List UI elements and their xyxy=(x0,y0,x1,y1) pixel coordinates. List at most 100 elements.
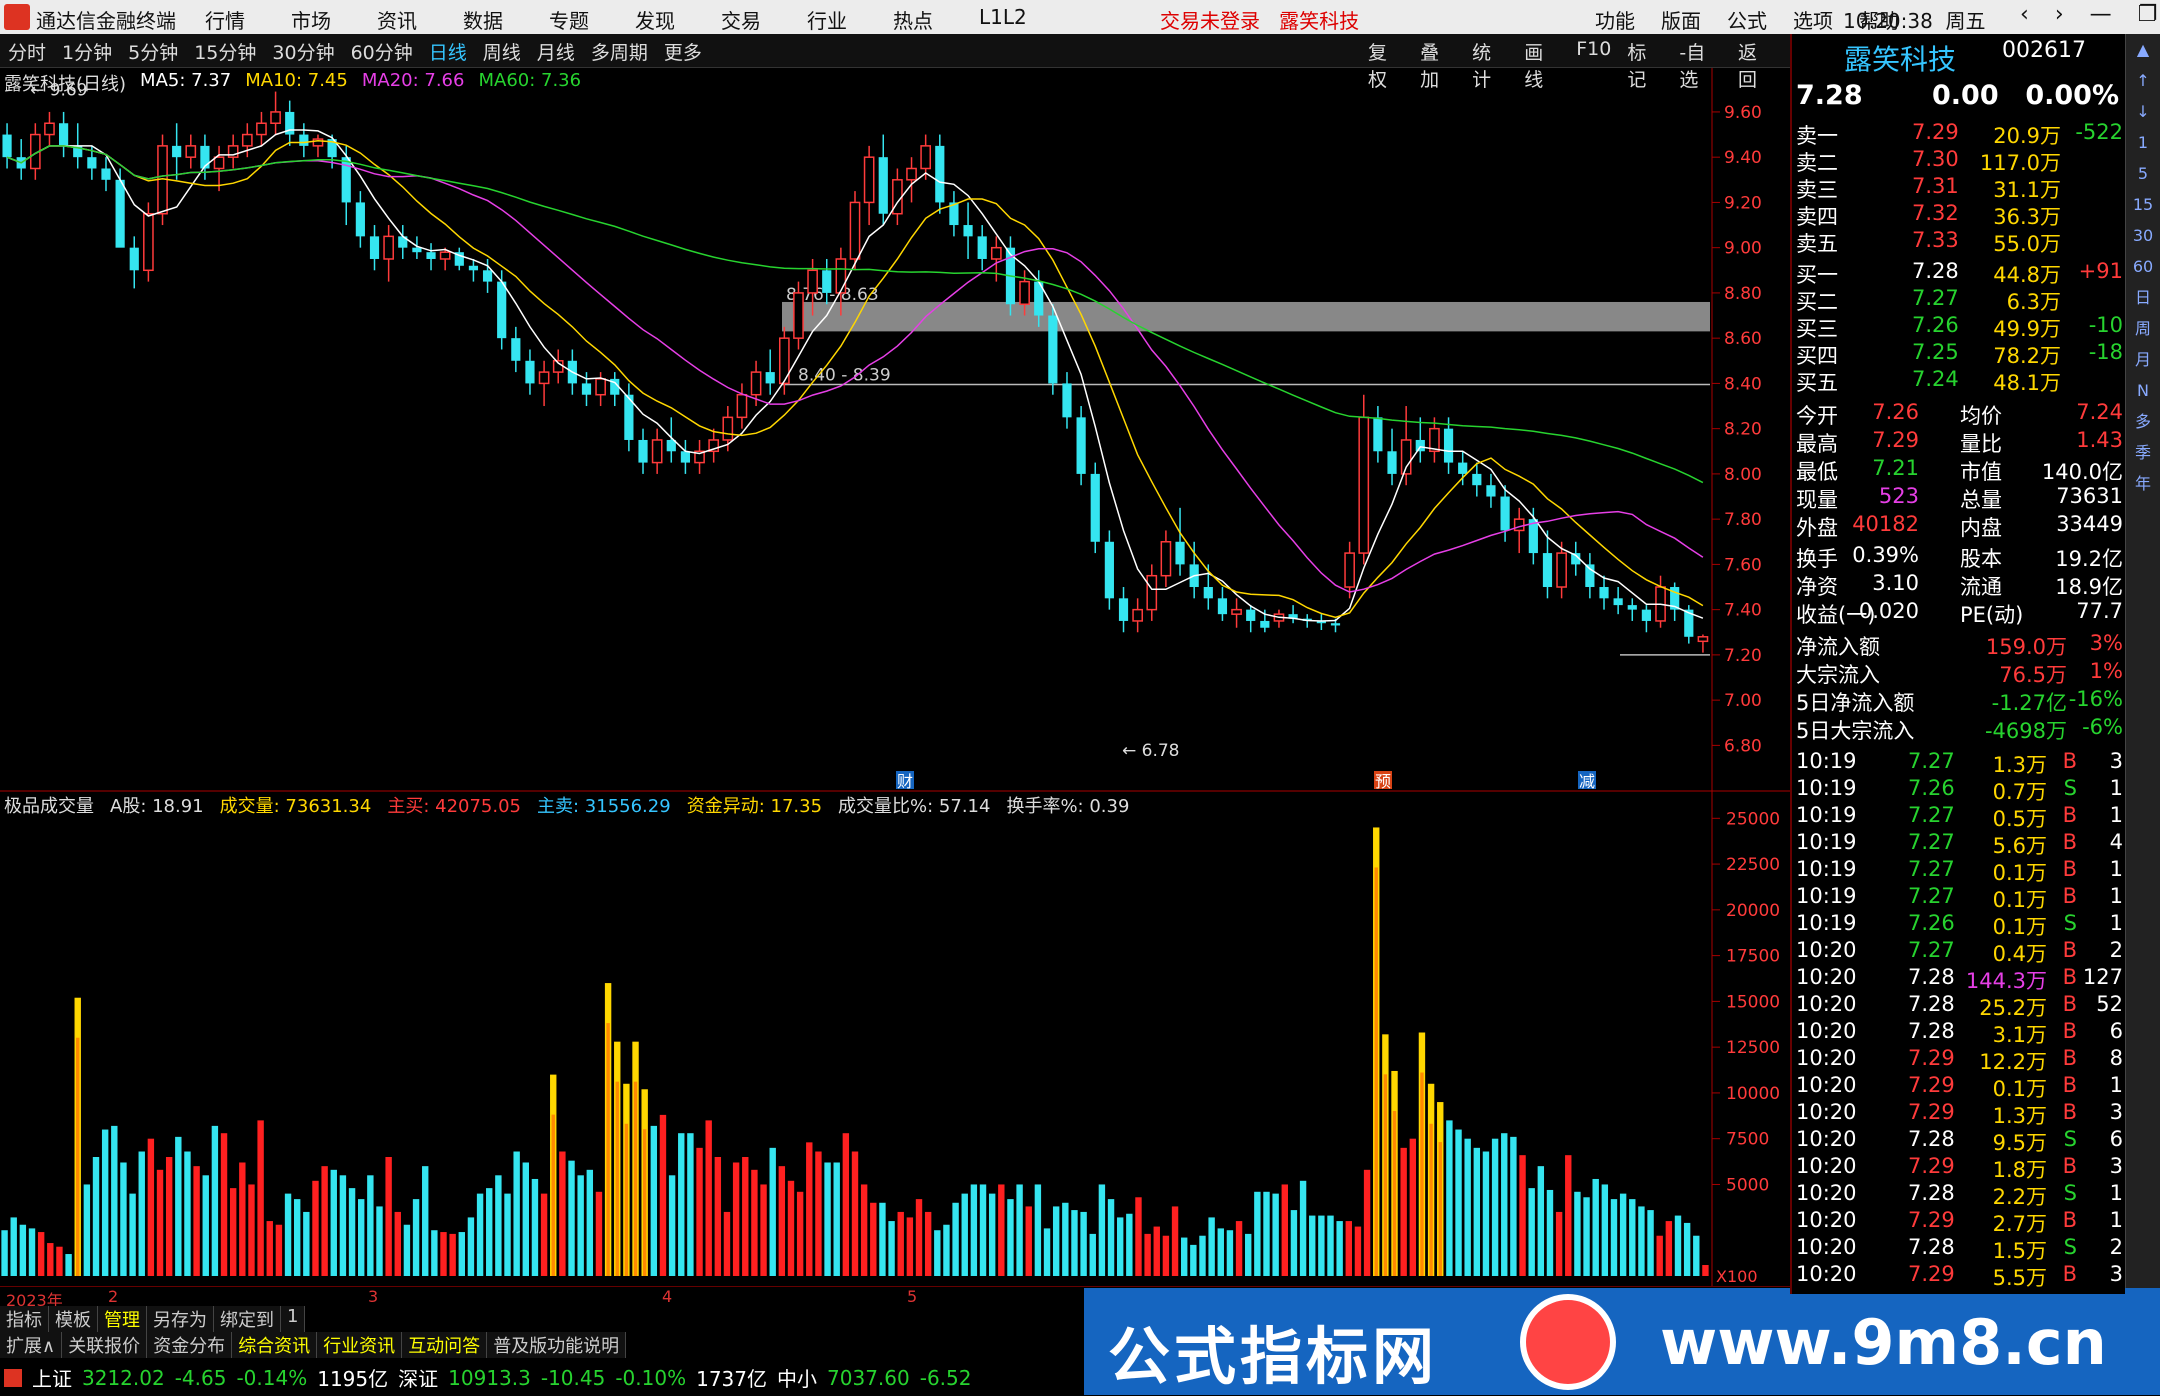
volume-bar[interactable] xyxy=(961,1193,968,1276)
candle-body[interactable] xyxy=(1090,473,1100,542)
candle-body[interactable] xyxy=(101,168,111,180)
candle-body[interactable] xyxy=(750,371,762,396)
volume-bar[interactable] xyxy=(1546,1189,1554,1276)
volume-bar[interactable] xyxy=(833,1162,840,1276)
candle-body[interactable] xyxy=(412,247,422,253)
sidebar-item[interactable]: 季 xyxy=(2126,437,2160,468)
volume-bar[interactable] xyxy=(120,1162,127,1276)
volume-bar[interactable] xyxy=(138,1151,145,1276)
volume-bar[interactable] xyxy=(1629,1199,1636,1276)
menu-item[interactable]: 数据 xyxy=(463,5,503,34)
menu-item[interactable]: L1L2 xyxy=(979,5,1027,34)
candle-body[interactable] xyxy=(1627,605,1637,610)
candle-body[interactable] xyxy=(482,270,493,282)
volume-bar[interactable] xyxy=(348,1188,356,1276)
event-marker[interactable]: 预 xyxy=(1375,772,1391,791)
volume-bar[interactable] xyxy=(275,1224,283,1276)
indicator-tab[interactable]: 模板 xyxy=(49,1306,98,1332)
volume-bar[interactable] xyxy=(1455,1129,1462,1276)
candle-body[interactable] xyxy=(129,247,139,271)
volume-bar[interactable] xyxy=(705,1120,712,1276)
candle-body[interactable] xyxy=(1486,485,1496,497)
volume-bar[interactable] xyxy=(650,1125,658,1276)
volume-bar[interactable] xyxy=(1345,1221,1352,1276)
candle-body[interactable] xyxy=(935,145,945,203)
volume-bar[interactable] xyxy=(540,1193,548,1276)
sidebar-item[interactable]: 月 xyxy=(2126,344,2160,375)
volume-bar[interactable] xyxy=(1592,1178,1599,1276)
volume-bar[interactable] xyxy=(312,1180,319,1276)
menu-item[interactable]: 热点 xyxy=(893,5,933,34)
volume-chart[interactable]: 25000 22500 20000 17500 15000 12500 10000 7500 5… xyxy=(0,792,1790,1286)
candle-body[interactable] xyxy=(1076,417,1086,474)
volume-bar[interactable] xyxy=(1025,1206,1032,1276)
volume-bar[interactable] xyxy=(723,1211,731,1276)
candle-body[interactable] xyxy=(1358,416,1370,554)
candle-body[interactable] xyxy=(1513,518,1525,532)
menu-item[interactable]: 发现 xyxy=(635,5,675,34)
volume-bar[interactable] xyxy=(1309,1215,1316,1276)
login-status[interactable]: 交易未登录 露笑科技 xyxy=(1160,5,1359,34)
volume-bar[interactable] xyxy=(970,1184,978,1276)
menu-item[interactable]: 行业 xyxy=(807,5,847,34)
candle-body[interactable] xyxy=(256,122,267,136)
volume-bar[interactable] xyxy=(111,1125,118,1276)
candle-body[interactable] xyxy=(270,111,281,124)
volume-bar[interactable] xyxy=(19,1224,27,1276)
volume-bar[interactable] xyxy=(1318,1215,1325,1276)
candle-body[interactable] xyxy=(1175,541,1185,565)
candle-body[interactable] xyxy=(369,236,380,259)
volume-bar[interactable] xyxy=(394,1211,401,1276)
volume-bar[interactable] xyxy=(696,1147,703,1276)
period-tab[interactable]: 日线 xyxy=(429,38,467,65)
volume-bar[interactable] xyxy=(129,1193,136,1276)
period-tab[interactable]: 60分钟 xyxy=(351,38,413,65)
volume-bar[interactable] xyxy=(842,1133,850,1276)
volume-bar[interactable] xyxy=(906,1217,914,1276)
menu-item[interactable]: 行情 xyxy=(205,5,245,34)
volume-bar[interactable] xyxy=(943,1224,950,1276)
candle-body[interactable] xyxy=(1458,462,1468,474)
volume-bar[interactable] xyxy=(1638,1206,1645,1276)
candle-body[interactable] xyxy=(200,145,210,169)
candle-body[interactable] xyxy=(1146,574,1158,611)
candle-body[interactable] xyxy=(185,145,197,158)
volume-bar[interactable] xyxy=(568,1160,575,1276)
volume-bar[interactable] xyxy=(1619,1193,1627,1276)
volume-bar[interactable] xyxy=(1482,1151,1490,1276)
extension-tab[interactable]: 行业资讯 xyxy=(317,1332,403,1358)
volume-bar[interactable] xyxy=(1235,1221,1243,1276)
volume-bar[interactable] xyxy=(1217,1228,1224,1276)
event-marker[interactable]: 财 xyxy=(897,772,913,791)
volume-bar[interactable] xyxy=(1400,1147,1407,1276)
volume-bar[interactable] xyxy=(1144,1233,1151,1276)
extension-tab[interactable]: 扩展∧ xyxy=(0,1332,63,1358)
sidebar-item[interactable]: ↑ xyxy=(2126,65,2160,96)
volume-bar[interactable] xyxy=(1610,1199,1618,1276)
candle-body[interactable] xyxy=(1542,553,1553,588)
volume-bar[interactable] xyxy=(870,1202,877,1276)
right-menu-item[interactable]: 选项 xyxy=(1793,5,1833,34)
candle-body[interactable] xyxy=(1203,587,1213,599)
volume-bar[interactable] xyxy=(1098,1184,1106,1276)
candle-body[interactable] xyxy=(1118,598,1129,621)
menu-item[interactable]: 资讯 xyxy=(377,5,417,34)
right-menu-item[interactable]: 版面 xyxy=(1661,5,1701,34)
candle-body[interactable] xyxy=(1585,564,1595,588)
volume-bar[interactable] xyxy=(1016,1184,1023,1276)
candle-body[interactable] xyxy=(213,156,225,170)
volume-bar[interactable] xyxy=(988,1193,996,1276)
candle-body[interactable] xyxy=(439,251,451,260)
candle-body[interactable] xyxy=(920,145,932,170)
candle-body[interactable] xyxy=(651,439,663,464)
candle-body[interactable] xyxy=(1231,608,1242,615)
candle-body[interactable] xyxy=(143,212,154,272)
volume-bar[interactable] xyxy=(714,1157,722,1276)
candle-body[interactable] xyxy=(1217,598,1228,615)
volume-bar[interactable] xyxy=(330,1169,337,1276)
volume-bar[interactable] xyxy=(760,1184,767,1276)
volume-bar[interactable] xyxy=(1199,1235,1206,1276)
volume-bar[interactable] xyxy=(769,1147,776,1276)
candle-body[interactable] xyxy=(849,201,861,260)
candle-body[interactable] xyxy=(2,134,12,158)
